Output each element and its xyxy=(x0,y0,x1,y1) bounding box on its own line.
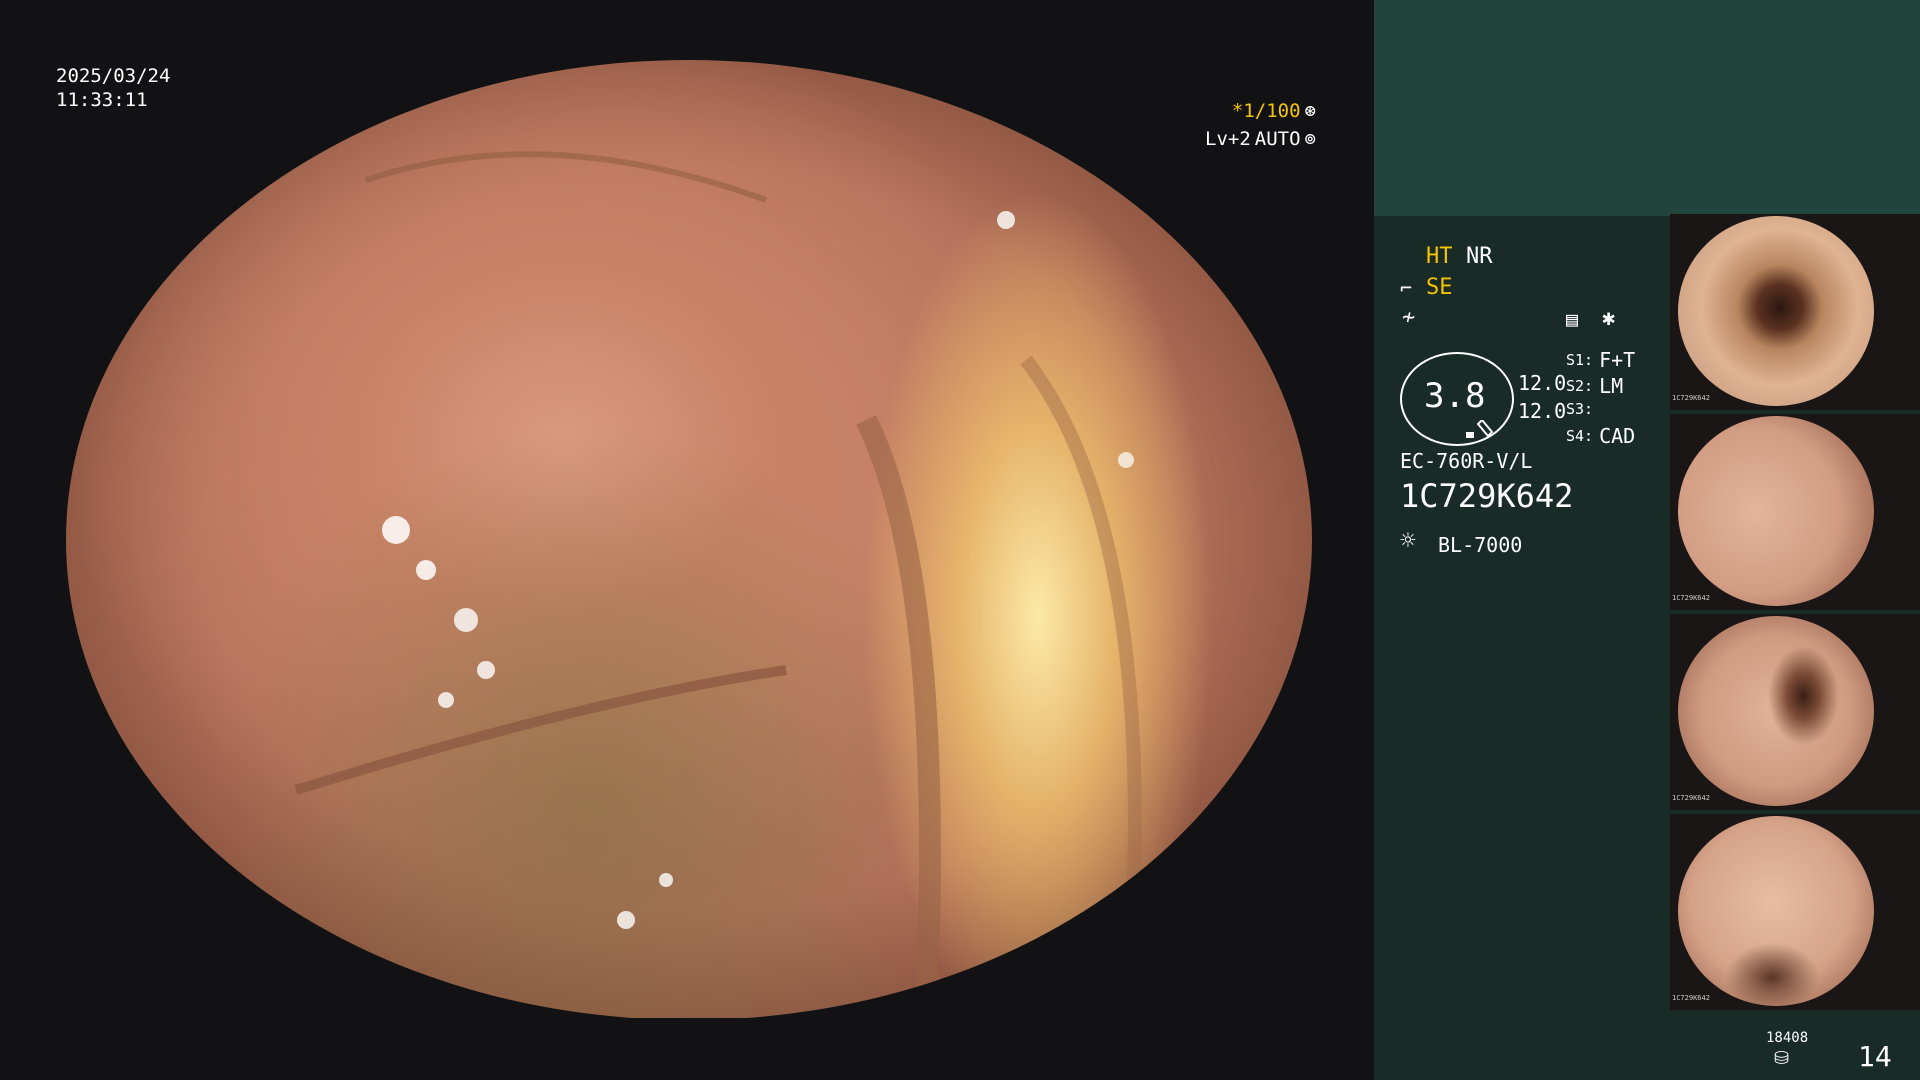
endoscope-image xyxy=(66,60,1312,1020)
database-icon: ⛁ xyxy=(1774,1048,1790,1069)
s4-setting: S4: CAD xyxy=(1566,424,1635,448)
scope-mask-bottom xyxy=(66,1018,1312,1080)
asterisk-icon: ✱ xyxy=(1602,306,1616,331)
thumbnail-image xyxy=(1678,416,1874,606)
brightness-indicator: Lv+2 AUTO ⊚ xyxy=(1205,128,1316,150)
thumbnail-image xyxy=(1678,816,1874,1006)
thumbnail-caption: 1C729K642 xyxy=(1672,994,1710,1002)
thumbnail-caption: 1C729K642 xyxy=(1672,794,1710,802)
mode-value: AUTO xyxy=(1254,128,1301,150)
thumbnail-caption: 1C729K642 xyxy=(1672,594,1710,602)
thumbnail-image xyxy=(1678,616,1874,806)
light-source-label: BL-7000 xyxy=(1438,533,1523,557)
scope-model: EC-760R-V/L xyxy=(1400,449,1533,473)
thumbnail-image xyxy=(1678,216,1874,406)
s1-key: S1: xyxy=(1566,351,1594,369)
time-readout: 11:33:11 xyxy=(56,89,148,111)
s2-setting: S2: LM xyxy=(1566,374,1623,398)
mucosa-folds xyxy=(294,151,1142,1020)
s1-value: F+T xyxy=(1599,348,1636,372)
capture-thumbnail[interactable]: 1C729K642 xyxy=(1670,814,1920,1010)
ht-label: HT xyxy=(1426,244,1453,269)
s4-value: CAD xyxy=(1599,424,1636,448)
wrench-icon: ⌐ xyxy=(1400,276,1413,300)
s4-key: S4: xyxy=(1566,427,1594,445)
level-value: Lv+2 xyxy=(1205,128,1251,150)
se-label: SE xyxy=(1426,275,1453,300)
scope-mask-top xyxy=(66,0,1312,60)
light-source-icon: ☼ xyxy=(1400,526,1416,556)
wave-icon: ≁ xyxy=(1402,305,1416,330)
ruler-icon xyxy=(1466,420,1494,438)
nr-label: NR xyxy=(1466,244,1493,269)
s2-value: LM xyxy=(1599,374,1624,398)
image-count: 18408 xyxy=(1766,1030,1809,1046)
page-number: 14 xyxy=(1858,1040,1892,1073)
panel-header xyxy=(1374,0,1920,216)
scope-serial: 1C729K642 xyxy=(1400,477,1574,515)
s2-key: S2: xyxy=(1566,377,1594,395)
capture-thumbnail[interactable]: 1C729K642 xyxy=(1670,414,1920,610)
s3-setting: S3: xyxy=(1566,400,1599,418)
settings-icon: ▤ xyxy=(1566,307,1579,331)
circle-icon: ⊚ xyxy=(1304,128,1316,150)
s3-key: S3: xyxy=(1566,400,1594,418)
circle-icon: ⊛ xyxy=(1304,100,1316,122)
thumbnail-caption: 1C729K642 xyxy=(1672,394,1710,402)
value-top: 12.0 xyxy=(1518,371,1567,395)
s1-setting: S1: F+T xyxy=(1566,348,1635,372)
value-bottom: 12.0 xyxy=(1518,399,1567,423)
shutter-value: *1/100 xyxy=(1231,100,1301,122)
lens-value: 3.8 xyxy=(1424,376,1486,416)
date-readout: 2025/03/24 xyxy=(56,65,171,87)
shutter-indicator: *1/100 ⊛ xyxy=(1232,100,1316,122)
capture-thumbnail[interactable]: 1C729K642 xyxy=(1670,614,1920,810)
capture-thumbnail[interactable]: 1C729K642 xyxy=(1670,214,1920,410)
